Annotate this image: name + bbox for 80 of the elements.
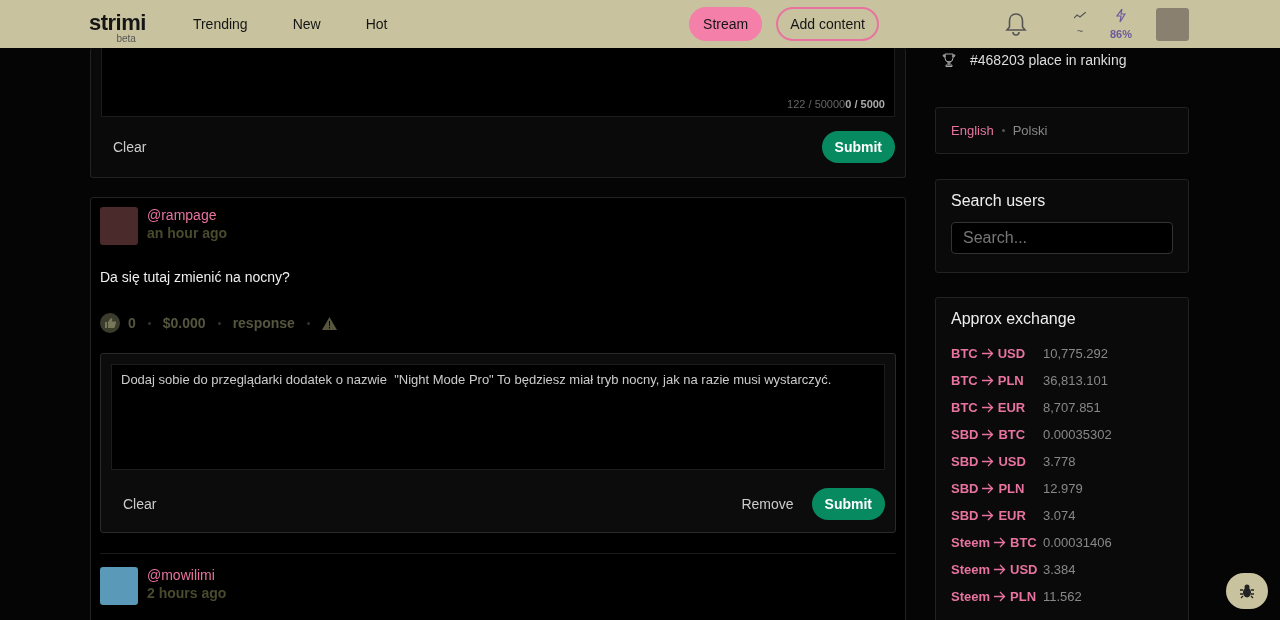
username-link[interactable]: @mowilimi bbox=[147, 567, 227, 583]
stream-button[interactable]: Stream bbox=[689, 7, 763, 41]
nav-link[interactable]: Hot bbox=[365, 16, 388, 32]
card-title: Search users bbox=[951, 192, 1047, 210]
bug-report-button[interactable] bbox=[1226, 573, 1268, 609]
beta-label: beta bbox=[116, 34, 136, 44]
add-content-button[interactable]: Add content bbox=[776, 7, 879, 41]
payout-amount: $0.000 bbox=[162, 315, 206, 331]
lightning-icon bbox=[1116, 8, 1126, 22]
trend-icon bbox=[1073, 11, 1086, 19]
warning-icon[interactable] bbox=[321, 316, 337, 330]
submit-button[interactable]: Submit bbox=[821, 131, 895, 163]
arrow-right-icon bbox=[994, 537, 1007, 548]
arrow-right-icon bbox=[982, 510, 995, 521]
exchange-rate: 8,707.851 bbox=[1043, 400, 1101, 415]
bell-icon[interactable] bbox=[1004, 12, 1027, 36]
vote-count: 0 bbox=[128, 315, 136, 331]
trophy-icon bbox=[942, 53, 956, 67]
currency-code: SBD bbox=[951, 454, 979, 469]
arrow-right-icon bbox=[981, 348, 994, 359]
user-avatar[interactable] bbox=[1156, 7, 1189, 41]
power-reading: 86% bbox=[1109, 27, 1132, 40]
arrow-right-icon bbox=[981, 375, 994, 386]
exchange-rate: 3.384 bbox=[1043, 562, 1076, 577]
character-counter: 0 / 5000 bbox=[845, 98, 885, 110]
currency-code: USD bbox=[997, 346, 1026, 361]
bug-icon bbox=[1239, 583, 1255, 599]
currency-code: Steem bbox=[951, 562, 991, 577]
exchange-rate: 0.00031406 bbox=[1043, 535, 1112, 550]
currency-code: SBD bbox=[951, 508, 979, 523]
search-field[interactable]: Search... bbox=[951, 222, 1173, 254]
currency-code: EUR bbox=[997, 400, 1026, 415]
currency-code: SBD bbox=[951, 427, 979, 442]
comment-text: Da się tutaj zmienić na nocny? bbox=[100, 269, 291, 285]
currency-code: BTC bbox=[1010, 535, 1037, 550]
currency-code: SBD bbox=[951, 481, 979, 496]
username-link[interactable]: @rampage bbox=[147, 207, 228, 223]
currency-code: PLN bbox=[1010, 589, 1037, 604]
clear-button[interactable]: Clear bbox=[101, 133, 159, 161]
nav-link[interactable]: New bbox=[292, 16, 321, 32]
currency-code: PLN bbox=[997, 373, 1024, 388]
timestamp: 2 hours ago bbox=[147, 585, 227, 601]
currency-code: Steem bbox=[951, 589, 991, 604]
card-title: Approx exchange bbox=[951, 310, 1077, 328]
submit-button[interactable]: Submit bbox=[811, 488, 885, 520]
text-area[interactable]: 122 / 500000 / 5000 bbox=[101, 48, 895, 117]
exchange-rate: 10,775.292 bbox=[1043, 346, 1109, 361]
remove-button[interactable]: Remove bbox=[729, 490, 806, 518]
currency-code: USD bbox=[1010, 562, 1038, 577]
language-link[interactable]: Polski bbox=[1012, 123, 1048, 138]
currency-code: BTC bbox=[951, 400, 978, 415]
character-counter: 122 / 50000 bbox=[787, 98, 846, 110]
exchange-rate: 11.562 bbox=[1043, 589, 1082, 604]
arrow-right-icon bbox=[994, 591, 1007, 602]
language-link[interactable]: English bbox=[951, 123, 994, 138]
logo[interactable]: strimi bbox=[89, 12, 146, 34]
arrow-right-icon bbox=[994, 564, 1007, 575]
arrow-right-icon bbox=[981, 402, 994, 413]
exchange-rate: 3.778 bbox=[1043, 454, 1076, 469]
timestamp: an hour ago bbox=[147, 225, 228, 241]
exchange-rate: 36,813.101 bbox=[1043, 373, 1109, 388]
trend-reading: ~ bbox=[1076, 24, 1084, 37]
currency-code: EUR bbox=[998, 508, 1026, 523]
arrow-right-icon bbox=[982, 483, 995, 494]
ranking-text: #468203 place in ranking bbox=[970, 52, 1127, 68]
currency-code: USD bbox=[998, 454, 1026, 469]
nav-link[interactable]: Trending bbox=[192, 16, 248, 32]
arrow-right-icon bbox=[982, 456, 995, 467]
exchange-rate: 0.00035302 bbox=[1043, 427, 1112, 442]
currency-code: BTC bbox=[951, 373, 978, 388]
exchange-rate: 3.074 bbox=[1043, 508, 1076, 523]
currency-code: BTC bbox=[998, 427, 1026, 442]
currency-code: Steem bbox=[951, 535, 991, 550]
exchange-rate: 12.979 bbox=[1043, 481, 1083, 496]
arrow-right-icon bbox=[982, 429, 995, 440]
currency-code: PLN bbox=[998, 481, 1025, 496]
thumbs-up-icon[interactable] bbox=[100, 313, 120, 333]
reply-text-area[interactable]: Dodaj sobie do przeglądarki dodatek o nazwie "Night Mode Pro" To będziesz miał tryb nocny, jak na razie musi wystarczyć. bbox=[111, 364, 885, 470]
clear-button[interactable]: Clear bbox=[111, 490, 169, 518]
currency-code: BTC bbox=[951, 346, 978, 361]
